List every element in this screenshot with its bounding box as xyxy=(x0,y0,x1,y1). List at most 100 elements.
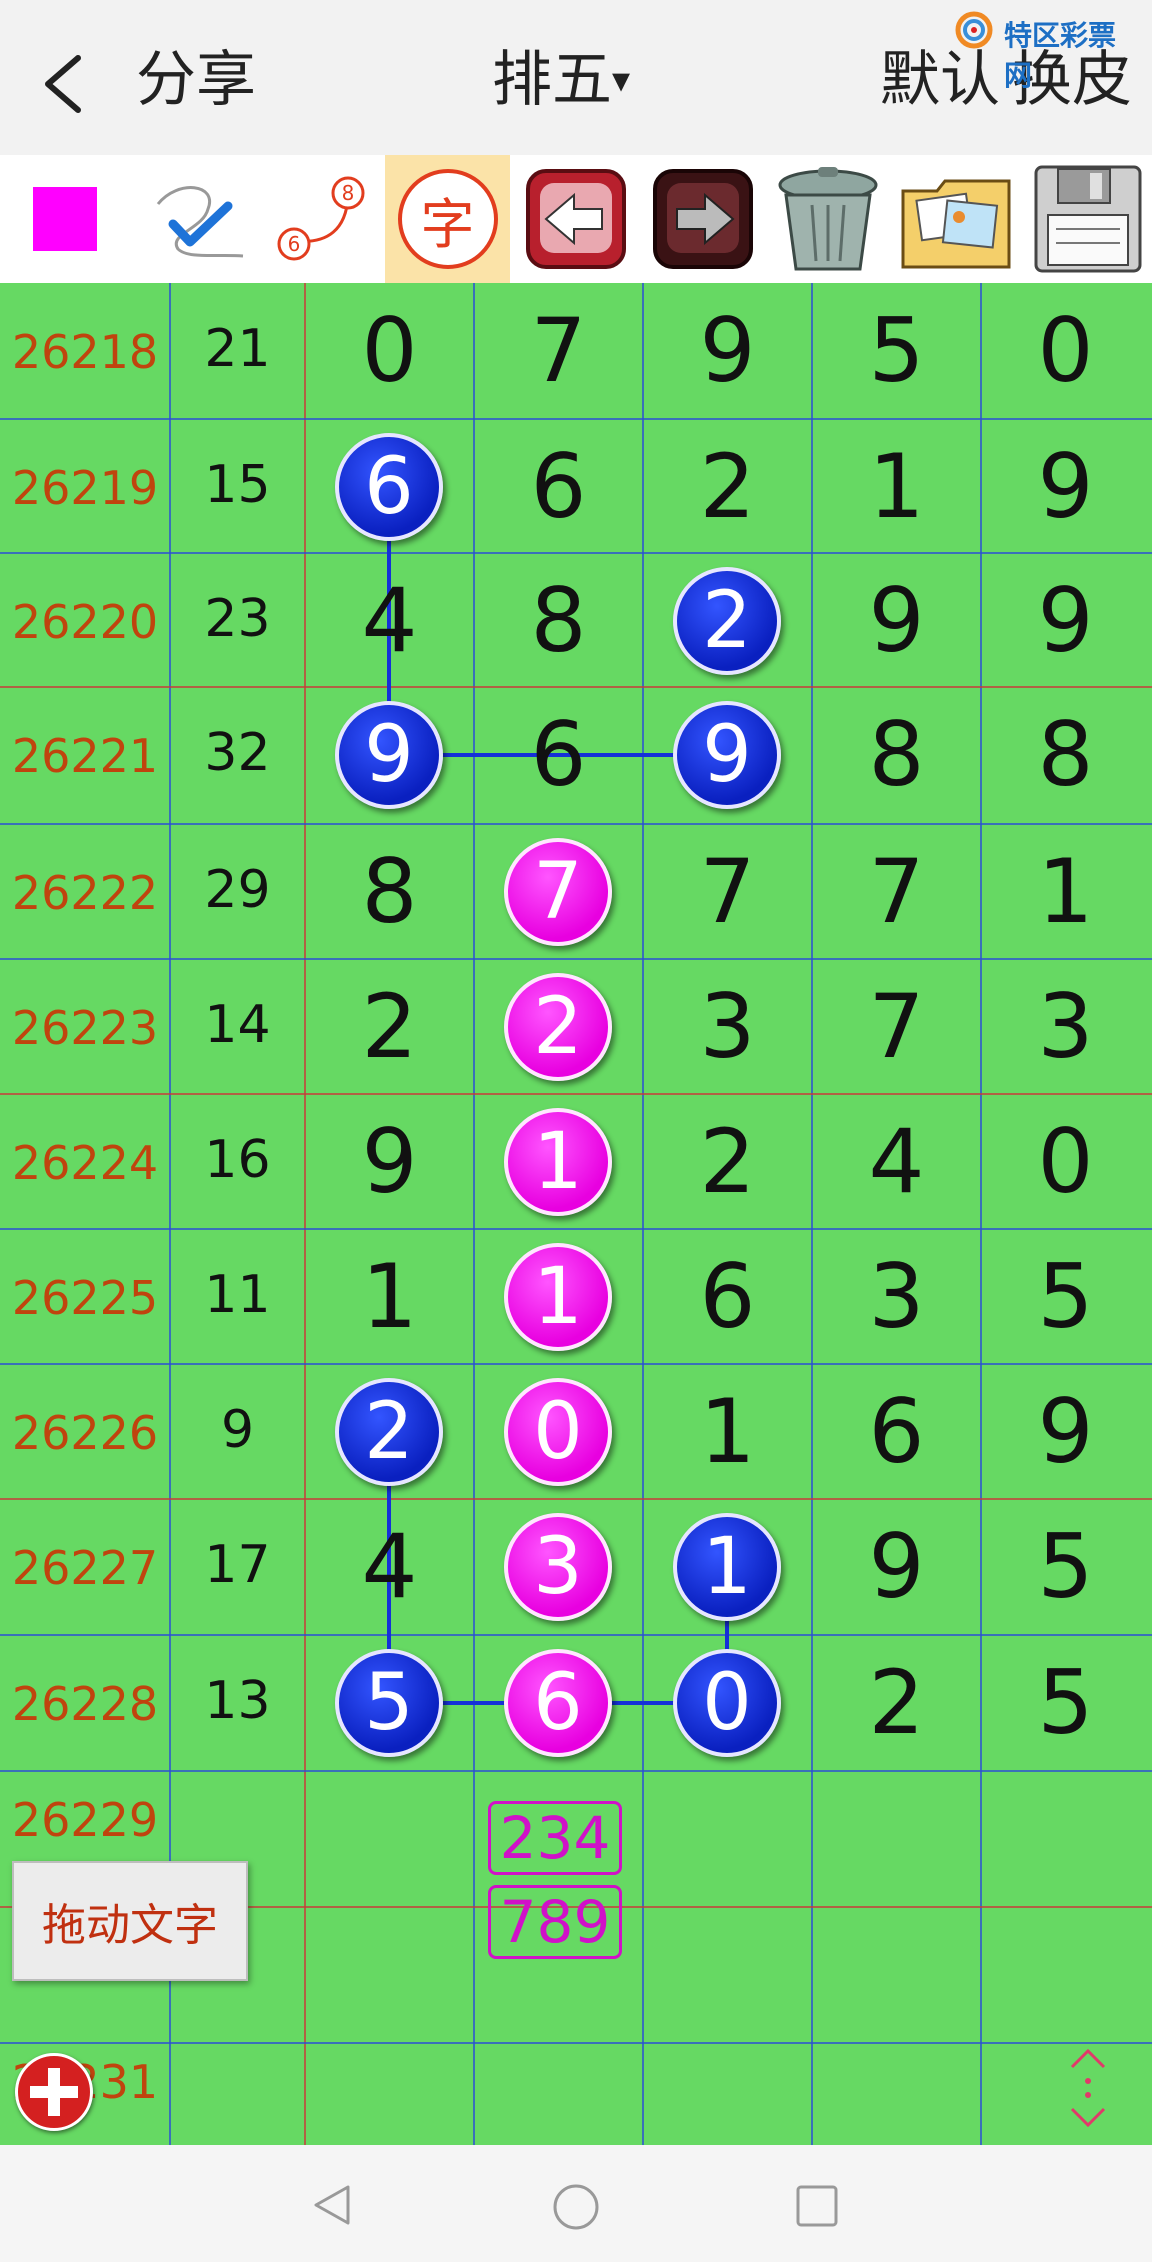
draw-digit[interactable]: 2 xyxy=(643,435,812,538)
draw-digit[interactable]: 8 xyxy=(981,703,1150,806)
draw-digit[interactable]: 0 xyxy=(981,1110,1150,1213)
issue-number: 26221 xyxy=(11,729,159,783)
draw-digit[interactable]: 9 xyxy=(981,1380,1150,1483)
marked-digit-pink[interactable]: 1 xyxy=(504,1243,612,1351)
draw-digit[interactable]: 6 xyxy=(643,1245,812,1348)
save-button[interactable] xyxy=(1025,155,1150,283)
issue-number: 26222 xyxy=(11,866,159,920)
draw-digit[interactable]: 9 xyxy=(812,1515,981,1618)
draw-digit[interactable]: 8 xyxy=(812,703,981,806)
text-tool-button[interactable]: 字 xyxy=(385,155,510,283)
draw-digit[interactable]: 4 xyxy=(305,1515,474,1618)
marked-digit-pink[interactable]: 2 xyxy=(504,973,612,1081)
digit-sum: 29 xyxy=(204,860,271,920)
draw-digit[interactable]: 1 xyxy=(305,1245,474,1348)
draw-digit[interactable]: 2 xyxy=(305,975,474,1078)
page-title[interactable]: 排五▾ xyxy=(492,40,630,121)
draw-digit[interactable]: 8 xyxy=(474,569,643,672)
text-tool-icon: 字 xyxy=(397,169,498,269)
marked-digit-pink[interactable]: 0 xyxy=(504,1378,612,1486)
draw-digit[interactable]: 1 xyxy=(812,435,981,538)
prediction-box[interactable]: 789 xyxy=(488,1885,622,1959)
draw-digit[interactable]: 7 xyxy=(474,299,643,402)
marked-digit-blue[interactable]: 0 xyxy=(673,1649,781,1757)
issue-number: 26229 xyxy=(11,1793,159,1847)
marked-digit-pink[interactable]: 1 xyxy=(504,1108,612,1216)
vertical-resize-icon[interactable] xyxy=(1066,2045,1110,2131)
marked-digit-blue[interactable]: 6 xyxy=(335,433,443,541)
app-header: 分享 排五▾ 默认 换皮 特区彩票网 xyxy=(0,0,1152,155)
nav-back-icon[interactable] xyxy=(308,2181,356,2229)
draw-digit[interactable]: 9 xyxy=(812,569,981,672)
draw-digit[interactable]: 3 xyxy=(643,975,812,1078)
issue-number: 26223 xyxy=(11,1001,159,1055)
issue-number: 26219 xyxy=(11,461,159,515)
digit-sum: 13 xyxy=(204,1671,271,1731)
issue-number: 26218 xyxy=(11,325,159,379)
draw-digit[interactable]: 5 xyxy=(981,1651,1150,1754)
draw-digit[interactable]: 5 xyxy=(981,1245,1150,1348)
nav-recents-icon[interactable] xyxy=(794,2183,840,2229)
redo-button[interactable] xyxy=(645,155,760,283)
share-button[interactable]: 分享 xyxy=(136,40,256,120)
drag-text-button[interactable]: 拖动文字 xyxy=(12,1861,248,1981)
draw-digit[interactable]: 9 xyxy=(305,1110,474,1213)
draw-digit[interactable]: 4 xyxy=(305,569,474,672)
check-pen-button[interactable] xyxy=(140,155,255,283)
marked-digit-blue[interactable]: 9 xyxy=(673,701,781,809)
draw-digit[interactable]: 3 xyxy=(812,1245,981,1348)
draw-digit[interactable]: 3 xyxy=(981,975,1150,1078)
trash-icon xyxy=(778,167,878,271)
system-nav-bar xyxy=(0,2145,1152,2262)
undo-button[interactable] xyxy=(518,155,633,283)
redo-arrow-icon xyxy=(652,169,753,269)
draw-digit[interactable]: 9 xyxy=(981,569,1150,672)
connect-bottom-digit: 6 xyxy=(287,232,300,256)
connect-top-digit: 8 xyxy=(341,181,354,205)
default-button[interactable]: 默认 xyxy=(880,40,1000,120)
draw-digit[interactable]: 6 xyxy=(812,1380,981,1483)
marked-digit-blue[interactable]: 2 xyxy=(335,1378,443,1486)
image-folder-icon xyxy=(901,179,1010,269)
draw-digit[interactable]: 9 xyxy=(643,299,812,402)
marked-digit-blue[interactable]: 1 xyxy=(673,1513,781,1621)
connect-line-button[interactable]: 8 6 xyxy=(260,155,375,283)
draw-digit[interactable]: 2 xyxy=(643,1110,812,1213)
draw-digit[interactable]: 6 xyxy=(474,703,643,806)
nav-home-icon[interactable] xyxy=(550,2181,602,2233)
draw-digit[interactable]: 4 xyxy=(812,1110,981,1213)
issue-number: 26228 xyxy=(11,1677,159,1731)
marked-digit-pink[interactable]: 6 xyxy=(504,1649,612,1757)
draw-digit[interactable]: 0 xyxy=(981,299,1150,402)
marked-digit-pink[interactable]: 3 xyxy=(504,1513,612,1621)
draw-digit[interactable]: 7 xyxy=(643,840,812,943)
prediction-box[interactable]: 234 xyxy=(488,1801,622,1875)
issue-number: 26225 xyxy=(11,1271,159,1325)
chevron-left-icon[interactable] xyxy=(40,52,84,116)
trash-button[interactable] xyxy=(768,155,888,283)
marked-digit-blue[interactable]: 5 xyxy=(335,1649,443,1757)
draw-digit[interactable]: 7 xyxy=(812,975,981,1078)
draw-digit[interactable]: 6 xyxy=(474,435,643,538)
draw-digit[interactable]: 7 xyxy=(812,840,981,943)
draw-digit[interactable]: 1 xyxy=(643,1380,812,1483)
draw-digit[interactable]: 5 xyxy=(981,1515,1150,1618)
marked-digit-pink[interactable]: 7 xyxy=(504,838,612,946)
draw-digit[interactable]: 9 xyxy=(981,435,1150,538)
draw-digit[interactable]: 8 xyxy=(305,840,474,943)
digit-sum: 21 xyxy=(204,319,271,379)
digit-sum: 15 xyxy=(204,455,271,515)
draw-digit[interactable]: 1 xyxy=(981,840,1150,943)
add-button[interactable] xyxy=(15,2053,93,2131)
draw-digit[interactable]: 2 xyxy=(812,1651,981,1754)
marked-digit-blue[interactable]: 2 xyxy=(673,567,781,675)
color-swatch-button[interactable] xyxy=(0,155,130,283)
check-pen-icon xyxy=(156,186,243,258)
digit-sum: 32 xyxy=(204,723,271,783)
marked-digit-blue[interactable]: 9 xyxy=(335,701,443,809)
image-folder-button[interactable] xyxy=(893,155,1018,283)
save-disk-icon xyxy=(1034,165,1141,273)
draw-digit[interactable]: 0 xyxy=(305,299,474,402)
undo-arrow-icon xyxy=(525,169,626,269)
draw-digit[interactable]: 5 xyxy=(812,299,981,402)
